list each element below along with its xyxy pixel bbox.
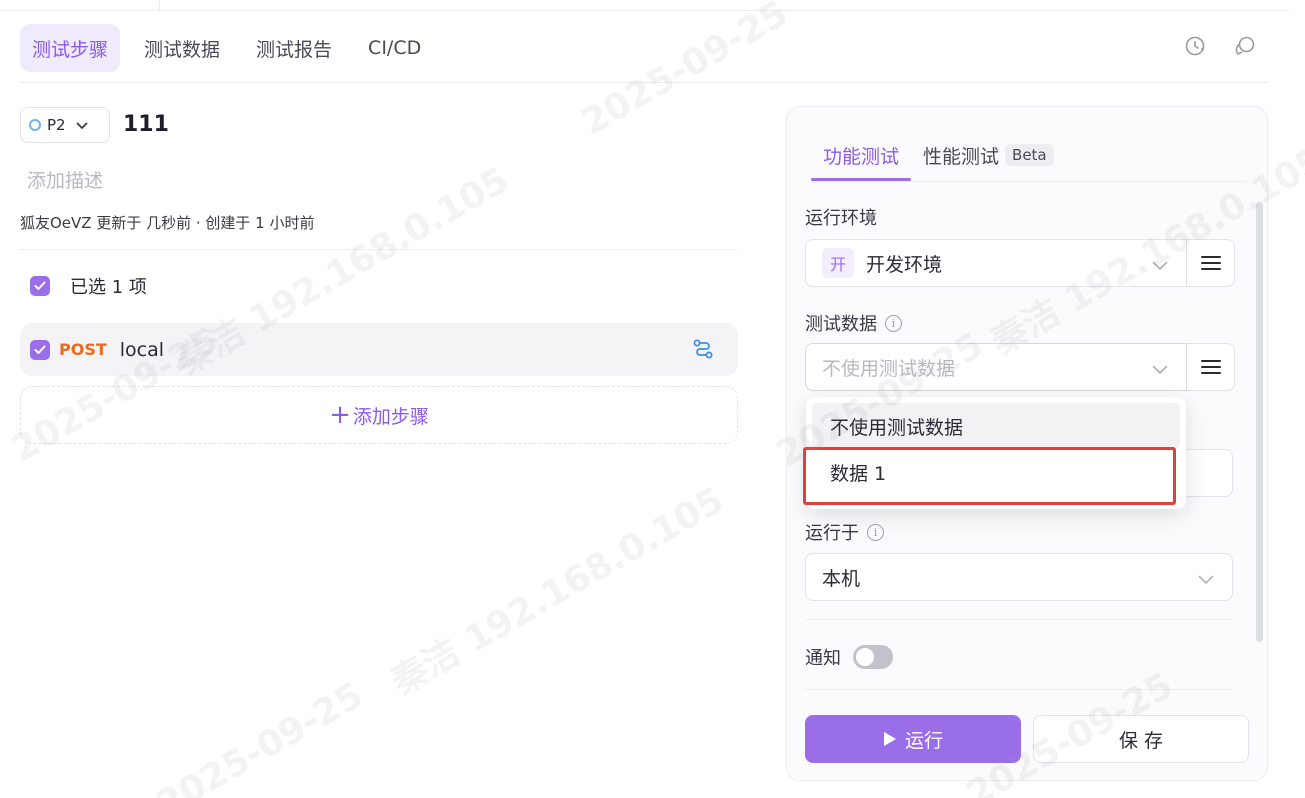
chevron-down-icon [1152, 358, 1168, 380]
panel-tab-bar: 功能测试 性能测试 Beta [811, 129, 1066, 181]
step-checkbox[interactable] [30, 339, 50, 360]
panel-divider [805, 619, 1233, 620]
save-button[interactable]: 保 存 [1033, 715, 1249, 763]
dropdown-option-no-data[interactable]: 不使用测试数据 [812, 403, 1180, 449]
case-title[interactable]: 111 [123, 112, 169, 137]
watermark-text: 192.168.0.105 [457, 479, 731, 662]
step-row[interactable]: POST local [20, 323, 738, 376]
top-tab-stub [0, 0, 160, 11]
panel-divider [805, 689, 1233, 690]
env-select[interactable]: 开 开发环境 [805, 239, 1187, 287]
add-step-button[interactable]: + 添加步骤 [20, 386, 738, 444]
meta-divider [20, 249, 738, 250]
save-button-label: 保 存 [1118, 729, 1164, 752]
priority-dot-icon [29, 119, 41, 131]
watermark-text: 2025-09-25 [150, 674, 370, 798]
description-input[interactable]: 添加描述 [27, 166, 103, 193]
route-link-icon[interactable] [692, 338, 714, 364]
beta-badge: Beta [1005, 144, 1054, 166]
test-data-label-text: 测试数据 [805, 314, 877, 335]
menu-icon [1200, 256, 1221, 270]
chevron-down-icon [76, 116, 88, 134]
tab-functional-test[interactable]: 功能测试 [811, 129, 912, 181]
watermark: 2025-09-25 [575, 0, 795, 144]
notify-row: 通知 [805, 644, 893, 670]
case-meta: 狐友OeVZ 更新于 几秒前 · 创建于 1 小时前 [20, 214, 315, 232]
env-badge: 开 [822, 248, 854, 278]
header-divider [20, 82, 1268, 83]
dropdown-option-data-1[interactable]: 数据 1 [812, 449, 1180, 495]
env-label-text: 运行环境 [805, 208, 877, 229]
step-method: POST [59, 340, 107, 359]
notify-toggle[interactable] [853, 645, 893, 669]
run-on-label-text: 运行于 [805, 523, 859, 544]
run-on-label: 运行于 i [805, 519, 884, 545]
panel-tab-divider [811, 181, 1245, 182]
test-data-menu-button[interactable] [1187, 343, 1235, 391]
test-data-placeholder: 不使用测试数据 [822, 357, 956, 380]
run-on-value: 本机 [822, 567, 861, 590]
watermark-text: 2025-09-25 [575, 0, 795, 144]
history-icon[interactable] [1183, 34, 1207, 58]
test-data-label: 测试数据 i [805, 310, 902, 336]
selection-label: 已选 1 项 [70, 277, 147, 298]
env-value: 开发环境 [866, 253, 943, 276]
comment-icon[interactable] [1233, 34, 1257, 58]
watermark-text: 192.168.0.105 [242, 159, 516, 342]
run-button-label: 运行 [904, 729, 943, 752]
priority-value: P2 [47, 116, 66, 134]
select-all-checkbox[interactable] [30, 276, 50, 296]
env-label: 运行环境 [805, 204, 877, 230]
test-data-select[interactable]: 不使用测试数据 [805, 343, 1187, 391]
tab-test-steps[interactable]: 测试步骤 [20, 24, 121, 72]
run-on-select[interactable]: 本机 [805, 553, 1233, 601]
step-name: local [119, 338, 165, 361]
notify-label: 通知 [805, 648, 841, 669]
info-icon[interactable]: i [885, 314, 902, 332]
tab-ci-cd[interactable]: CI/CD [356, 24, 433, 72]
watermark: 秦洁 192.168.0.105 [380, 472, 732, 705]
tab-test-report[interactable]: 测试报告 [244, 24, 344, 72]
info-icon[interactable]: i [867, 523, 884, 541]
test-data-dropdown: 不使用测试数据 数据 1 [806, 397, 1186, 509]
play-icon [883, 732, 896, 746]
plus-icon: + [329, 400, 351, 430]
top-tab-strip [0, 0, 1290, 11]
top-tab-bar: 测试步骤 测试数据 测试报告 CI/CD [20, 24, 445, 72]
tab-test-data[interactable]: 测试数据 [132, 24, 232, 72]
run-button[interactable]: 运行 [805, 715, 1021, 763]
priority-select[interactable]: P2 [20, 107, 110, 143]
top-toolbar [1183, 34, 1257, 58]
tab-performance-test[interactable]: 性能测试 Beta [911, 129, 1066, 181]
performance-tab-label: 性能测试 [923, 145, 1000, 168]
chevron-down-icon [1152, 254, 1168, 276]
watermark-text: 秦洁 [384, 631, 468, 704]
menu-icon [1200, 360, 1221, 374]
add-step-label: 添加步骤 [352, 405, 429, 428]
selection-summary: 已选 1 项 [30, 273, 147, 299]
chevron-down-icon [1198, 568, 1214, 590]
watermark: 2025-09-25 [150, 675, 370, 798]
env-menu-button[interactable] [1187, 239, 1235, 287]
panel-scrollbar[interactable] [1256, 202, 1263, 642]
